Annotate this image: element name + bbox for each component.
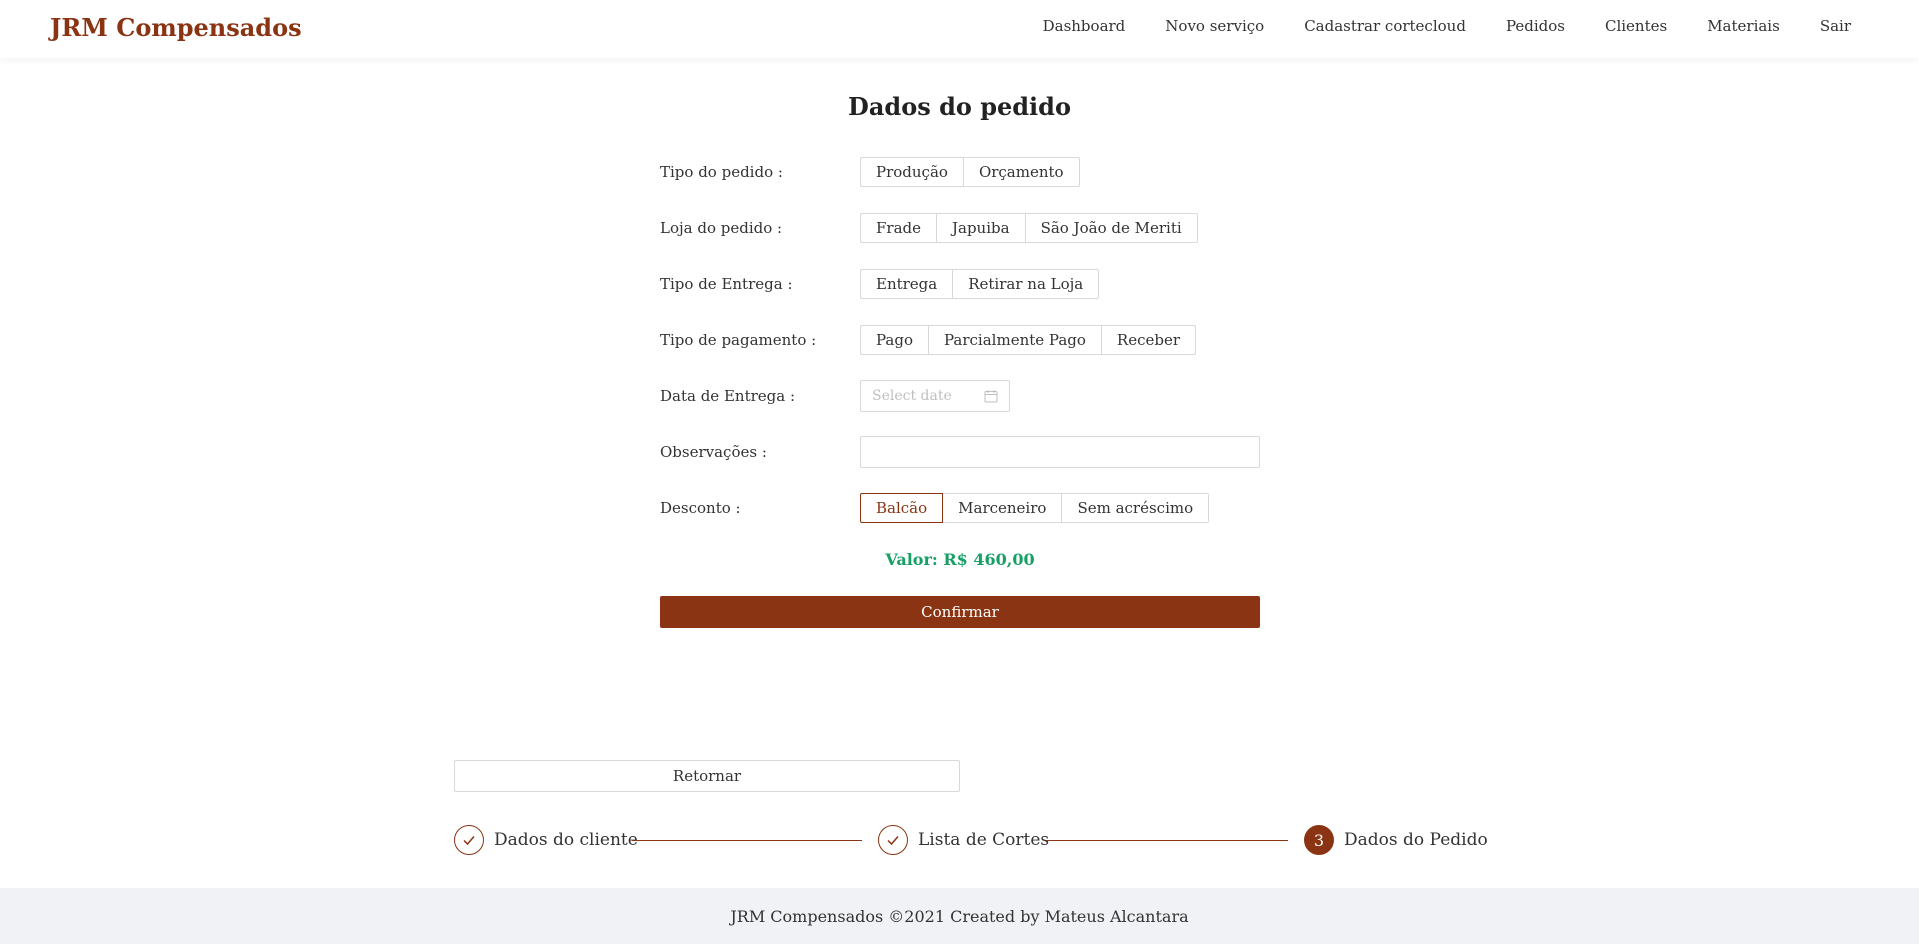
nav-dashboard[interactable]: Dashboard bbox=[1043, 17, 1126, 35]
observacoes-input[interactable] bbox=[860, 436, 1260, 468]
nav-novo-servico[interactable]: Novo serviço bbox=[1165, 17, 1264, 35]
radio-marceneiro[interactable]: Marceneiro bbox=[942, 493, 1063, 523]
date-placeholder: Select date bbox=[872, 388, 952, 404]
row-data-entrega: Data de Entrega : Select date bbox=[660, 379, 1010, 413]
step-title: Lista de Cortes bbox=[918, 830, 1050, 850]
radio-balcao[interactable]: Balcão bbox=[860, 493, 944, 523]
top-navbar: JRM Compensados Dashboard Novo serviço C… bbox=[0, 0, 1919, 58]
nav-clientes[interactable]: Clientes bbox=[1605, 17, 1667, 35]
step-dados-pedido: 3 Dados do Pedido bbox=[1304, 824, 1488, 856]
step-connector bbox=[632, 840, 862, 841]
back-button[interactable]: Retornar bbox=[454, 760, 960, 792]
label-tipo-pagamento: Tipo de pagamento bbox=[660, 331, 807, 349]
check-icon bbox=[454, 825, 484, 855]
row-observacoes: Observações : bbox=[660, 435, 1260, 469]
pagamento-radio-group: Pago Parcialmente Pago Receber bbox=[860, 325, 1197, 355]
radio-pago[interactable]: Pago bbox=[860, 325, 929, 355]
footer: JRM Compensados ©2021 Created by Mateus … bbox=[0, 888, 1919, 944]
radio-parcialmente-pago[interactable]: Parcialmente Pago bbox=[928, 325, 1102, 355]
label-tipo-pedido: Tipo do pedido bbox=[660, 163, 774, 181]
nav-materiais[interactable]: Materiais bbox=[1707, 17, 1780, 35]
label-observacoes: Observações bbox=[660, 443, 758, 461]
radio-frade[interactable]: Frade bbox=[860, 213, 937, 243]
step-number: 3 bbox=[1304, 825, 1334, 855]
radio-sem-acrescimo[interactable]: Sem acréscimo bbox=[1061, 493, 1210, 523]
step-connector bbox=[1046, 840, 1288, 841]
valor-total: Valor: R$ 460,00 bbox=[885, 550, 1035, 569]
main-nav: Dashboard Novo serviço Cadastrar cortecl… bbox=[1043, 17, 1851, 35]
label-desconto: Desconto bbox=[660, 499, 731, 517]
confirm-button[interactable]: Confirmar bbox=[660, 596, 1260, 628]
calendar-icon bbox=[984, 390, 998, 403]
row-desconto: Desconto : Balcão Marceneiro Sem acrésci… bbox=[660, 491, 1210, 525]
label-data-entrega: Data de Entrega bbox=[660, 387, 786, 405]
nav-cadastrar-cortecloud[interactable]: Cadastrar cortecloud bbox=[1304, 17, 1466, 35]
label-loja-pedido: Loja do pedido bbox=[660, 219, 773, 237]
radio-orcamento[interactable]: Orçamento bbox=[962, 157, 1080, 187]
step-dados-cliente: Dados do cliente bbox=[454, 824, 638, 856]
radio-producao[interactable]: Produção bbox=[860, 157, 964, 187]
radio-japuiba[interactable]: Japuiba bbox=[936, 213, 1026, 243]
row-loja-pedido: Loja do pedido : Frade Japuiba São João … bbox=[660, 211, 1198, 245]
label-tipo-entrega: Tipo de Entrega bbox=[660, 275, 783, 293]
step-title: Dados do Pedido bbox=[1344, 830, 1488, 850]
check-icon bbox=[878, 825, 908, 855]
radio-retirar-na-loja[interactable]: Retirar na Loja bbox=[952, 269, 1100, 299]
step-title: Dados do cliente bbox=[494, 830, 638, 850]
radio-entrega[interactable]: Entrega bbox=[860, 269, 954, 299]
date-picker[interactable]: Select date bbox=[860, 380, 1010, 412]
brand-logo[interactable]: JRM Compensados bbox=[50, 13, 302, 42]
row-tipo-pedido: Tipo do pedido : Produção Orçamento bbox=[660, 155, 1080, 189]
radio-receber[interactable]: Receber bbox=[1100, 325, 1197, 355]
page-title: Dados do pedido bbox=[848, 92, 1071, 121]
tipo-pedido-radio-group: Produção Orçamento bbox=[860, 157, 1080, 187]
nav-sair[interactable]: Sair bbox=[1820, 17, 1851, 35]
entrega-radio-group: Entrega Retirar na Loja bbox=[860, 269, 1100, 299]
radio-sao-joao-de-meriti[interactable]: São João de Meriti bbox=[1024, 213, 1198, 243]
row-tipo-entrega: Tipo de Entrega : Entrega Retirar na Loj… bbox=[660, 267, 1100, 301]
desconto-radio-group: Balcão Marceneiro Sem acréscimo bbox=[860, 493, 1210, 523]
loja-radio-group: Frade Japuiba São João de Meriti bbox=[860, 213, 1198, 243]
step-lista-cortes: Lista de Cortes bbox=[878, 824, 1049, 856]
row-tipo-pagamento: Tipo de pagamento : Pago Parcialmente Pa… bbox=[660, 323, 1197, 357]
nav-pedidos[interactable]: Pedidos bbox=[1506, 17, 1565, 35]
